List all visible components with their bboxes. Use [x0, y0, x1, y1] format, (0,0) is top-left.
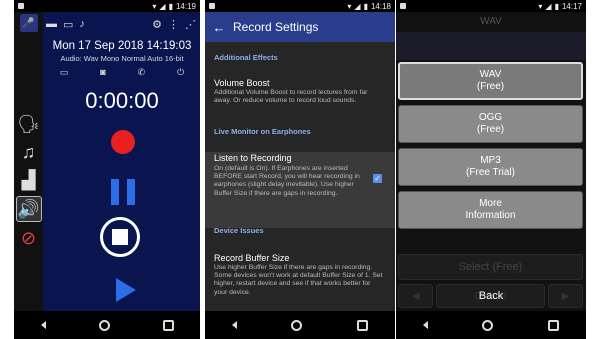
option-label: WAV: [479, 68, 502, 80]
recents-icon[interactable]: [162, 319, 174, 331]
home-icon[interactable]: [98, 319, 110, 331]
back-icon[interactable]: [40, 321, 46, 329]
signal-icon: ◢: [545, 1, 552, 11]
option-label: MP3: [480, 154, 501, 166]
wifi-icon: ▾: [152, 1, 157, 11]
volume-boost-desc: Additional Volume Boost to record lectur…: [214, 89, 368, 105]
buffer-title[interactable]: Record Buffer Size: [214, 253, 289, 263]
microphone-icon[interactable]: 🎤: [19, 14, 38, 32]
status-time: 14:17: [561, 1, 582, 11]
folder-open-icon[interactable]: ▭: [63, 18, 73, 31]
signal-icon: ◢: [354, 1, 361, 11]
status-bar: ▾ ◢ ▮ 14:17: [396, 0, 586, 12]
recorder-screen: ▾ ◢ ▮ 14:19 🎤 🗣 ♫ ▟ 🔊 ⊘ ▬ ▭ ♪ ⚙ ⋮ ⋰ Mon …: [14, 0, 200, 339]
battery-icon: ▮: [168, 1, 173, 11]
recents-icon[interactable]: [547, 319, 559, 331]
wifi-icon: ▾: [538, 1, 543, 11]
option-sub: Information: [465, 210, 516, 221]
battery-icon: ▮: [363, 1, 368, 11]
volume-boost-title[interactable]: Volume Boost: [214, 78, 270, 88]
head-icon[interactable]: 🗣: [17, 112, 41, 136]
wifi-icon: ▾: [347, 1, 352, 11]
home-icon[interactable]: [291, 319, 303, 331]
music-note-icon[interactable]: ♫: [17, 140, 41, 164]
chat-icon[interactable]: ▭: [60, 67, 69, 78]
nav-bar: [14, 311, 200, 339]
status-time: 14:18: [370, 1, 391, 11]
option-ogg[interactable]: OGG (Free): [398, 105, 583, 143]
status-time: 14:19: [175, 1, 196, 11]
speaker-icon[interactable]: ◙: [100, 67, 105, 78]
share-icon[interactable]: ⋰: [185, 18, 196, 31]
back-button[interactable]: Back: [396, 290, 586, 302]
option-sub: (Free Trial): [466, 167, 515, 178]
listen-checkbox[interactable]: ✓: [373, 174, 382, 183]
battery-icon: ▮: [554, 1, 559, 11]
recents-icon[interactable]: [356, 319, 368, 331]
format-screen: ▾ ◢ ▮ 14:17 WAV WAV (Free) OGG (Free) MP…: [396, 0, 586, 339]
date-time: Mon 17 Sep 2018 14:19:03: [52, 40, 192, 52]
record-button[interactable]: [111, 130, 135, 154]
app-bar: ← Record Settings: [205, 12, 395, 42]
bar-chart-icon[interactable]: ▟: [17, 168, 41, 192]
status-bar: ▾ ◢ ▮ 14:19: [14, 0, 200, 12]
settings-screen: ▾ ◢ ▮ 14:18 ← Record Settings Additional…: [205, 0, 395, 339]
nav-bar: [205, 311, 395, 339]
more-vert-icon[interactable]: ⋮: [168, 18, 179, 31]
side-toolbar: 🎤 🗣 ♫ ▟ 🔊 ⊘: [14, 12, 43, 311]
option-more-info[interactable]: More Information: [398, 191, 583, 229]
page-title: Record Settings: [233, 20, 319, 34]
top-toolbar: ▬ ▭ ♪ ⚙ ⋮ ⋰: [44, 14, 200, 34]
option-mp3[interactable]: MP3 (Free Trial): [398, 148, 583, 186]
option-sub: (Free): [476, 81, 505, 92]
folder-music-icon[interactable]: ♪: [79, 18, 85, 30]
pause-button[interactable]: [111, 179, 135, 205]
folder-icon[interactable]: ▬: [46, 18, 57, 30]
option-sub: (Free): [476, 124, 505, 135]
notification-icon: [18, 3, 24, 9]
back-icon[interactable]: [232, 321, 238, 329]
section-header-monitor: Live Monitor on Earphones: [214, 127, 311, 136]
phone-icon[interactable]: ✆: [138, 67, 146, 78]
section-header-device: Device Issues: [214, 226, 264, 235]
mic-off-icon[interactable]: ⊘: [17, 226, 41, 250]
section-header-effects: Additional Effects: [214, 53, 278, 62]
listen-title[interactable]: Listen to Recording: [214, 153, 292, 163]
back-arrow-icon[interactable]: ←: [205, 20, 233, 35]
nav-bar: [396, 311, 586, 339]
option-wav[interactable]: WAV (Free): [398, 62, 583, 100]
record-timer: 0:00:00: [85, 88, 159, 113]
option-label: More: [479, 197, 502, 209]
gear-icon[interactable]: ⚙: [152, 18, 162, 31]
select-free-button: Select (Free): [398, 254, 583, 280]
dialog-header-bar: [396, 32, 586, 60]
notification-icon: [400, 3, 406, 9]
stop-button[interactable]: [100, 217, 140, 257]
status-bar: ▾ ◢ ▮ 14:18: [205, 0, 395, 12]
power-icon[interactable]: ⏻: [177, 67, 184, 78]
listen-desc: On (default is On). If Earphones are ins…: [214, 165, 360, 197]
option-label: OGG: [478, 111, 503, 123]
voice-icon[interactable]: 🔊: [15, 196, 42, 222]
play-button[interactable]: [116, 278, 136, 302]
dialog-title: WAV: [480, 16, 502, 27]
buffer-desc: Use higher Buffer Size if there are gaps…: [214, 264, 383, 296]
control-icons: ▭ ◙ ✆ ⏻: [44, 67, 200, 78]
notification-icon: [209, 3, 215, 9]
home-icon[interactable]: [482, 319, 494, 331]
audio-info[interactable]: Audio: Wav Mono Normal Auto 16-bit: [44, 54, 200, 63]
signal-icon: ◢: [159, 1, 166, 11]
back-icon[interactable]: [423, 321, 429, 329]
